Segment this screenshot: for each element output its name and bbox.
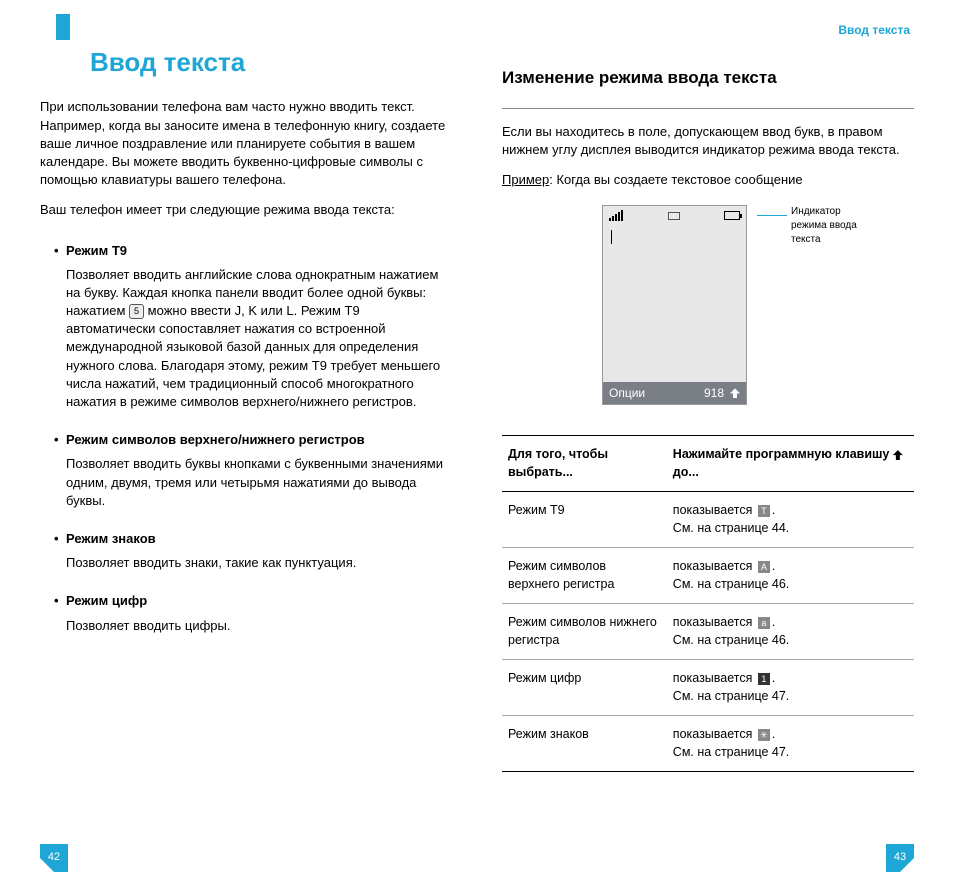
mode-action-cell: показывается T.См. на странице 44. <box>667 492 914 548</box>
softkey-left: Опции <box>609 385 645 402</box>
mode-symbols-desc: Позволяет вводить знаки, такие как пункт… <box>66 554 452 572</box>
text-cursor <box>611 230 612 244</box>
table-head-2: Нажимайте программную клавишу до... <box>667 436 914 492</box>
mode-symbols-title: Режим знаков <box>54 530 452 548</box>
mode-action-cell: показывается 1.См. на странице 47. <box>667 660 914 716</box>
section-divider <box>502 108 914 109</box>
table-head-1: Для того, чтобы выбрать... <box>502 436 667 492</box>
mode-indicator-icon: T <box>758 505 770 517</box>
mode-indicator-icon: 1 <box>758 673 770 685</box>
up-arrow-icon <box>730 388 740 398</box>
phone-figure: Опции 918 Индикатор режима ввода текста <box>602 205 914 405</box>
intro-para-1: При использовании телефона вам часто нуж… <box>40 98 452 189</box>
example-line: Пример: Когда вы создаете текстовое сооб… <box>502 171 914 189</box>
mode-action-cell: показывается A.См. на странице 46. <box>667 548 914 604</box>
mode-name-cell: Режим символов верхнего регистра <box>502 548 667 604</box>
mode-action-cell: показывается a.См. на странице 46. <box>667 604 914 660</box>
up-arrow-icon <box>893 450 903 460</box>
section-title: Изменение режима ввода текста <box>502 66 914 90</box>
intro-para-2: Ваш телефон имеет три следующие режима в… <box>40 201 452 219</box>
mode-name-cell: Режим Т9 <box>502 492 667 548</box>
key-5-icon: 5 <box>129 304 144 319</box>
phone-screen: Опции 918 <box>602 205 747 405</box>
table-row: Режим символов нижнего регистрапоказывае… <box>502 604 914 660</box>
phone-status-bar <box>603 206 746 225</box>
figure-label: Индикатор режима ввода текста <box>791 205 871 247</box>
mode-action-cell: показывается ✳.См. на странице 47. <box>667 716 914 772</box>
mode-digits-desc: Позволяет вводить цифры. <box>66 617 452 635</box>
table-row: Режим символов верхнего регистрапоказыва… <box>502 548 914 604</box>
callout-line <box>757 215 787 216</box>
signal-icon <box>609 210 623 221</box>
mode-case-title: Режим символов верхнего/нижнего регистро… <box>54 431 452 449</box>
table-row: Режим цифрпоказывается 1.См. на странице… <box>502 660 914 716</box>
mode-t9-title: Режим Т9 <box>54 242 452 260</box>
battery-icon <box>724 211 740 220</box>
running-header: Ввод текста <box>838 22 910 39</box>
mode-case-desc: Позволяет вводить буквы кнопками с букве… <box>66 455 452 510</box>
table-row: Режим Т9показывается T.См. на странице 4… <box>502 492 914 548</box>
example-label: Пример <box>502 172 549 187</box>
mode-name-cell: Режим цифр <box>502 660 667 716</box>
mode-indicator-icon: ✳ <box>758 729 770 741</box>
mode-name-cell: Режим знаков <box>502 716 667 772</box>
chapter-title: Ввод текста <box>90 44 452 80</box>
mode-table: Для того, чтобы выбрать... Нажимайте про… <box>502 435 914 772</box>
table-row: Режим знаковпоказывается ✳.См. на страни… <box>502 716 914 772</box>
softkey-bar: Опции 918 <box>603 382 746 404</box>
page-left: Ввод текста При использовании телефона в… <box>40 20 452 826</box>
tab-marker <box>56 14 70 40</box>
page-right: Изменение режима ввода текста Если вы на… <box>502 20 914 826</box>
mode-name-cell: Режим символов нижнего регистра <box>502 604 667 660</box>
section-intro: Если вы находитесь в поле, допускающем в… <box>502 123 914 159</box>
mode-t9-desc: Позволяет вводить английские слова однок… <box>66 266 452 412</box>
mode-indicator-icon: A <box>758 561 770 573</box>
char-counter: 918 <box>704 385 724 402</box>
message-icon <box>668 212 680 220</box>
mode-digits-title: Режим цифр <box>54 592 452 610</box>
mode-indicator-icon: a <box>758 617 770 629</box>
